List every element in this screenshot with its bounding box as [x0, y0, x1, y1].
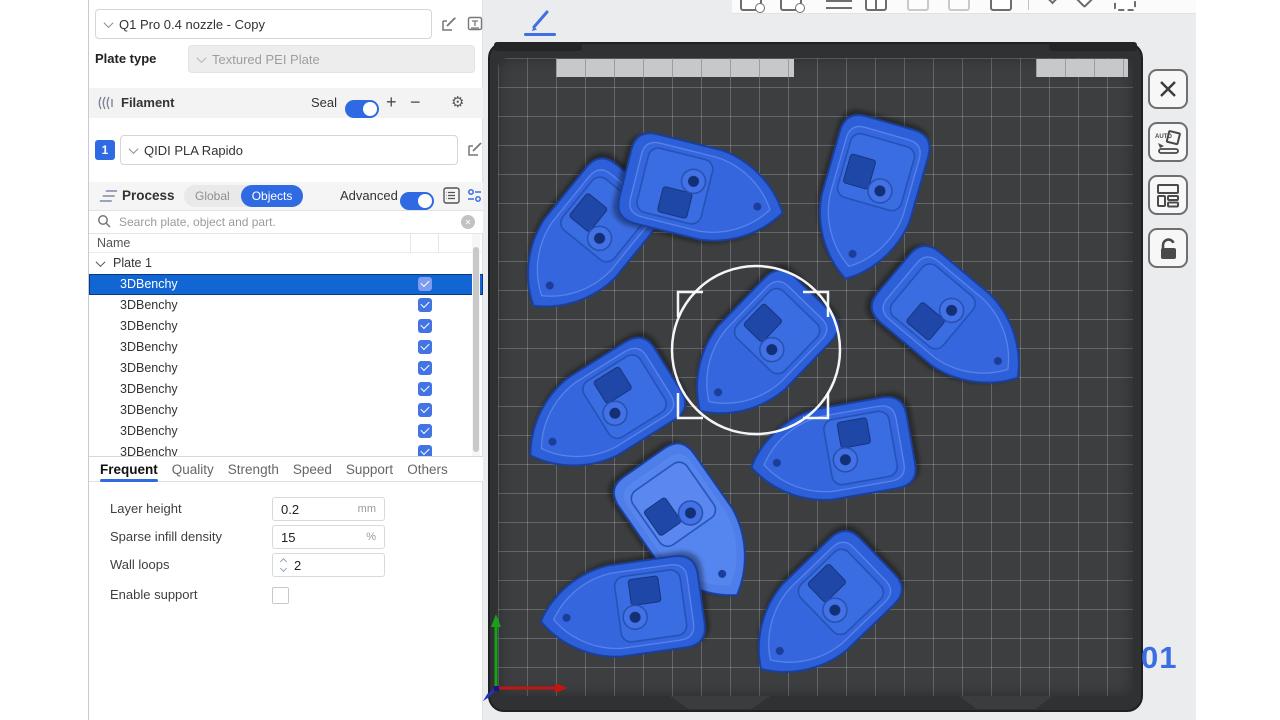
benchy-object[interactable] [534, 553, 707, 667]
benchy-object[interactable] [729, 523, 909, 702]
boats-layer [498, 110, 1048, 702]
viewport-3d-overlay [0, 0, 1280, 720]
benchy-object[interactable] [743, 394, 919, 513]
benchy-object[interactable] [864, 238, 1047, 413]
app-window: Q1 Pro 0.4 nozzle - Copy Plate type Text… [0, 0, 1280, 720]
